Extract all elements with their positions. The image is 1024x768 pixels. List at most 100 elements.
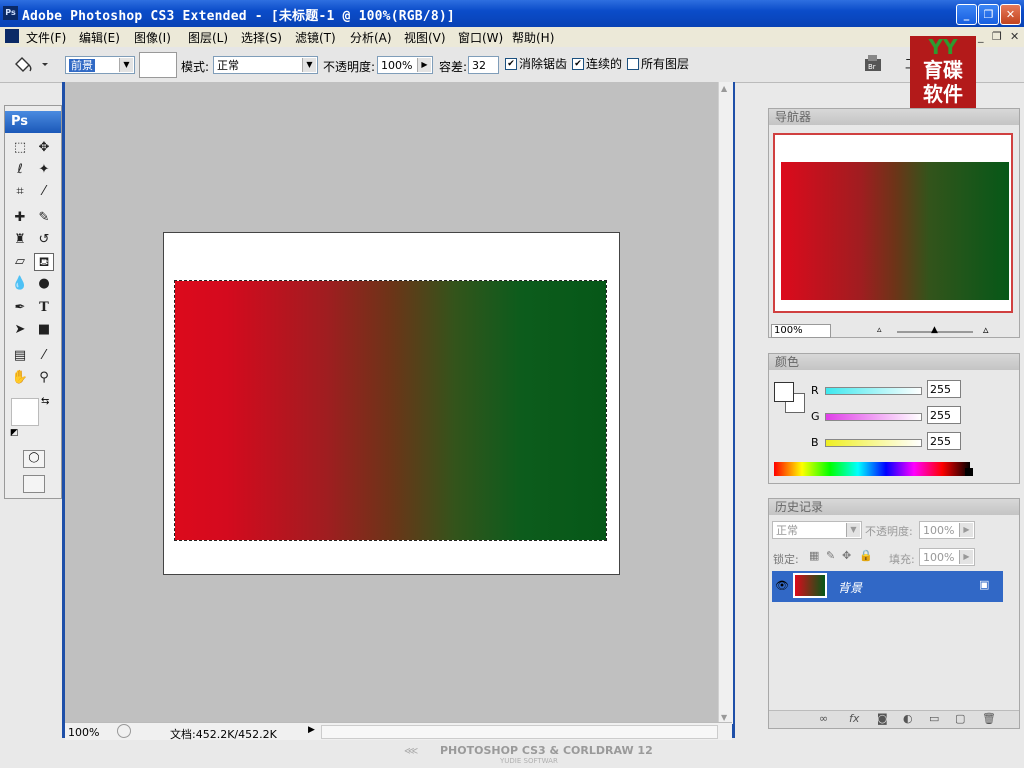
horizontal-scrollbar[interactable] [321,725,718,739]
doc-minimize-button[interactable]: _ [978,30,984,43]
menu-edit[interactable]: 编辑(E) [79,29,120,46]
green-channel-input[interactable]: 255 [927,406,961,424]
red-channel-input[interactable]: 255 [927,380,961,398]
hand-tool-icon[interactable]: ✋ [10,369,30,387]
anti-alias-checkbox[interactable]: ✔ [505,58,517,70]
slice-tool-icon[interactable]: ⁄ [34,183,54,201]
healing-brush-tool-icon[interactable]: ✚ [10,209,30,227]
quick-mask-icon[interactable]: ◯ [23,450,45,468]
magic-wand-tool-icon[interactable]: ✦ [34,161,54,179]
mode-select[interactable]: 正常 ▼ [213,56,318,74]
opacity-input[interactable]: 100% ▶ [377,56,433,74]
document-icon[interactable] [5,29,19,43]
menu-analysis[interactable]: 分析(A) [350,29,392,46]
zoom-slider-thumb-icon[interactable]: ▲ [931,325,938,335]
navigator-proxy-view[interactable] [773,133,1013,313]
pen-tool-icon[interactable]: ✒ [10,299,30,317]
status-menu-icon[interactable] [117,724,131,738]
all-layers-checkbox[interactable] [627,58,639,70]
crop-tool-icon[interactable]: ⌗ [10,183,30,201]
move-tool-icon[interactable]: ✥ [34,139,54,157]
new-group-icon[interactable]: ▭ [929,712,939,725]
svg-text:Br: Br [868,63,876,71]
adjustment-layer-icon[interactable]: ◐ [903,712,913,725]
lock-transparent-icon[interactable]: ▦ [809,549,819,562]
lasso-tool-icon[interactable]: ℓ [10,161,30,179]
clone-stamp-tool-icon[interactable]: ♜ [10,231,30,249]
color-panel-title[interactable]: 颜色 [769,354,1019,370]
layer-row-background[interactable]: 👁 背景 ▣ [772,571,1003,602]
blue-channel-slider[interactable] [825,439,922,447]
eye-icon[interactable]: 👁 [775,579,789,592]
history-brush-tool-icon[interactable]: ↺ [34,231,54,249]
pattern-picker[interactable] [139,52,177,78]
contiguous-checkbox[interactable]: ✔ [572,58,584,70]
minimize-button[interactable]: _ [956,4,977,25]
zoom-out-icon[interactable]: ▵ [877,325,882,335]
black-swatch[interactable] [965,468,973,476]
menu-view[interactable]: 视图(V) [404,29,446,46]
type-tool-icon[interactable]: T [34,299,54,317]
color-spectrum-ramp[interactable] [774,462,970,476]
menu-image[interactable]: 图像(I) [134,29,171,46]
menu-help[interactable]: 帮助(H) [512,29,554,46]
close-button[interactable]: ✕ [1000,4,1021,25]
blue-channel-input[interactable]: 255 [927,432,961,450]
layer-mask-icon[interactable]: ◙ [877,712,888,725]
blend-mode-select[interactable]: 正常 ▼ [772,521,862,539]
lock-position-icon[interactable]: ✥ [842,549,851,562]
lock-all-icon[interactable]: 🔒 [859,549,873,562]
doc-restore-button[interactable]: ❐ [992,30,1002,43]
zoom-in-icon[interactable]: ▵ [983,323,989,336]
navigator-zoom-input[interactable]: 100% [771,324,831,338]
fill-input[interactable]: 100% ▶ [919,548,975,566]
layer-opacity-input[interactable]: 100% ▶ [919,521,975,539]
layer-thumbnail [793,573,827,598]
scroll-down-icon[interactable]: ▼ [721,713,727,722]
eyedropper-tool-icon[interactable]: ⁄ [34,347,54,365]
layer-style-icon[interactable]: fx [849,712,859,725]
brush-tool-icon[interactable]: ✎ [34,209,54,227]
dodge-tool-icon[interactable]: ● [34,275,54,293]
link-layers-icon[interactable]: ∞ [819,712,828,725]
screen-mode-icon[interactable] [23,475,45,493]
photoshop-app-icon[interactable]: Ps [3,6,18,20]
restore-button[interactable]: ❐ [978,4,999,25]
trash-icon[interactable]: 🗑 [982,712,996,725]
menu-filter[interactable]: 滤镜(T) [295,29,336,46]
menu-window[interactable]: 窗口(W) [458,29,503,46]
new-layer-icon[interactable]: ▢ [955,712,965,725]
vertical-scrollbar[interactable]: ▲ ▼ [718,82,733,724]
eraser-tool-icon[interactable]: ▱ [10,253,30,271]
navigator-title[interactable]: 导航器 [769,109,1019,125]
marquee-tool-icon[interactable]: ⬚ [10,139,30,157]
tool-preset-picker[interactable] [10,54,50,74]
red-channel-slider[interactable] [825,387,922,395]
lock-image-icon[interactable]: ✎ [826,549,835,562]
zoom-tool-icon[interactable]: ⚲ [34,369,54,387]
rectangle-tool-icon[interactable]: ■ [34,321,54,339]
layer-name[interactable]: 背景 [838,579,862,596]
default-colors-icon[interactable]: ◩ [10,428,19,438]
tolerance-input[interactable]: 32 [468,56,499,74]
bridge-icon[interactable]: Br [862,53,886,75]
swap-colors-icon[interactable]: ⇆ [41,396,49,407]
foreground-color-preview[interactable] [774,382,794,402]
blur-tool-icon[interactable]: 💧 [10,275,30,293]
fill-source-select[interactable]: 前景 ▼ [65,56,135,74]
notes-tool-icon[interactable]: ▤ [10,347,30,365]
path-selection-tool-icon[interactable]: ➤ [10,321,30,339]
zoom-level[interactable]: 100% [68,726,99,739]
foreground-color-swatch[interactable] [11,398,39,426]
status-arrow-icon[interactable]: ▶ [308,725,315,735]
menu-select[interactable]: 选择(S) [241,29,282,46]
layers-panel-title[interactable]: 历史记录 [769,499,1019,515]
menu-file[interactable]: 文件(F) [26,29,66,46]
tolerance-label: 容差: [439,60,468,74]
gradient-selection[interactable] [174,280,607,541]
scroll-up-icon[interactable]: ▲ [721,84,727,93]
doc-close-button[interactable]: ✕ [1010,30,1019,43]
menu-layer[interactable]: 图层(L) [188,29,228,46]
paint-bucket-tool-icon[interactable]: ⛾ [34,253,54,271]
green-channel-slider[interactable] [825,413,922,421]
